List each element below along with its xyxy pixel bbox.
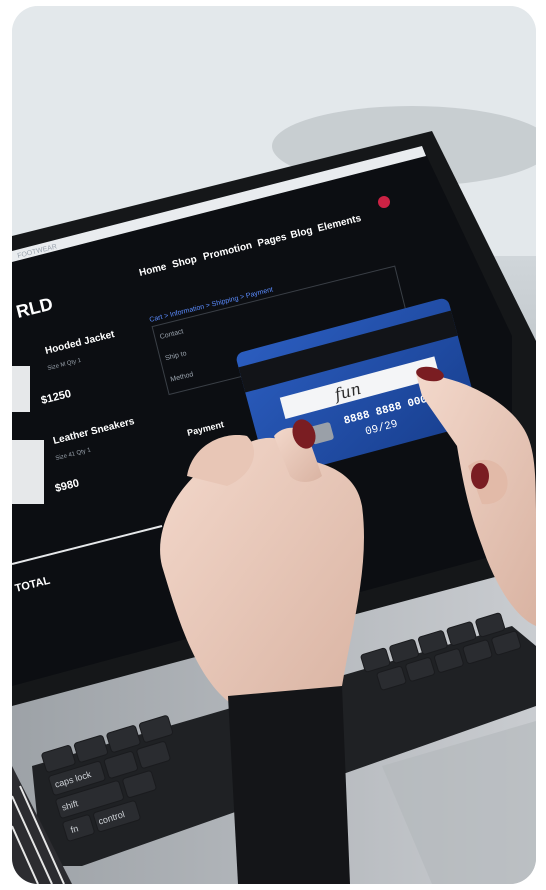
photo-frame: FOOTWEAR Home Shop Promotion Pages Blog … [12,6,536,884]
photo-scene: FOOTWEAR Home Shop Promotion Pages Blog … [12,6,536,884]
cart-badge-icon [378,196,390,208]
sleeve [228,686,350,884]
product-1-thumbnail [12,366,30,412]
product-2-thumbnail [12,440,44,504]
nail-icon [471,463,489,489]
